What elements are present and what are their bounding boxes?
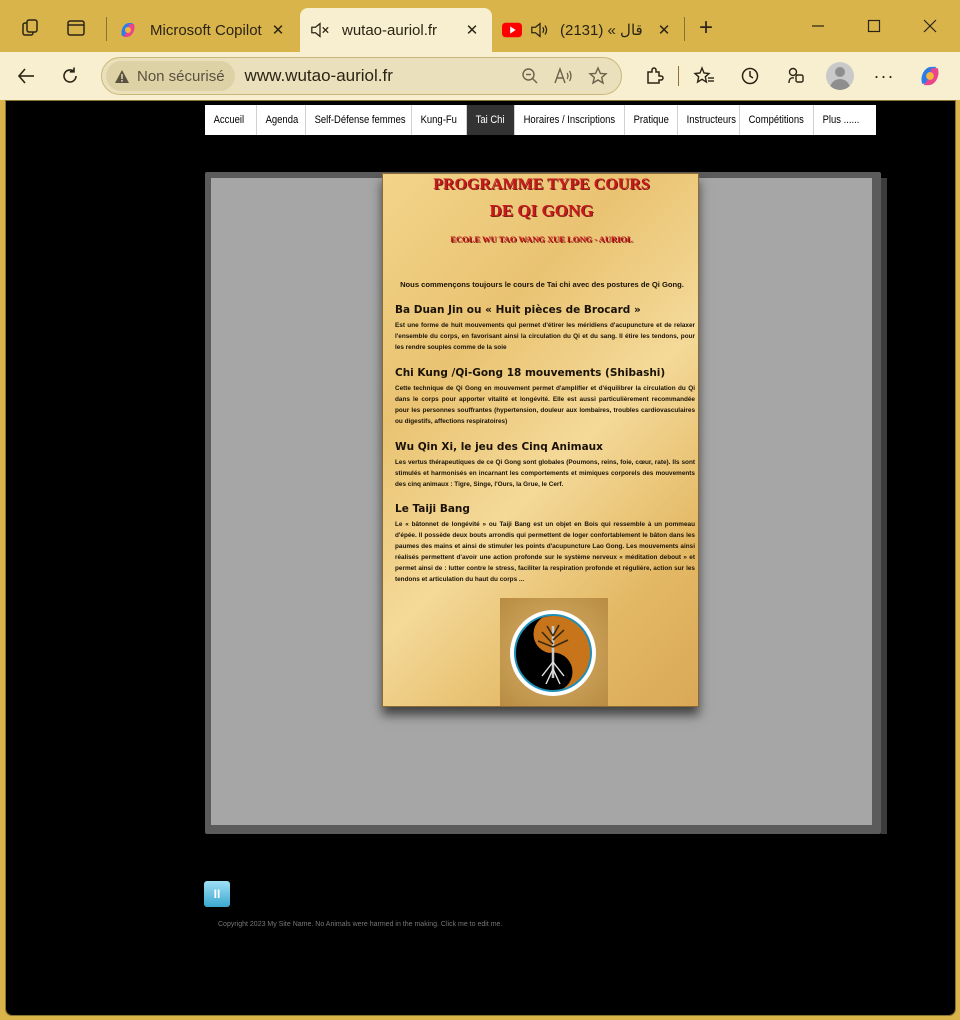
nav-instructeurs[interactable]: Instructeurs [678,105,740,135]
refresh-icon[interactable] [54,60,86,92]
tab-separator [684,17,685,41]
tab-actions-icon[interactable] [60,12,92,44]
favorites-icon[interactable] [688,60,720,92]
nav-label: Tai Chi [475,114,505,126]
nav-label: Horaires / Inscriptions [523,114,616,126]
poster-section: Wu Qin Xi, le jeu des Cinq Animaux Les v… [395,441,695,490]
copilot-sidebar-icon[interactable] [914,60,946,92]
copilot-icon [118,20,138,40]
nav-label: Pratique [633,114,669,126]
youtube-icon [502,20,522,40]
maximize-icon[interactable] [846,8,902,44]
footer-copyright[interactable]: Copyright 2023 My Site Name. No Animals … [218,921,502,928]
section-heading: Wu Qin Xi, le jeu des Cinq Animaux [395,441,603,453]
nav-label: Self-Défense femmes [314,114,406,126]
yin-yang-tree-icon [510,610,596,696]
extensions-icon[interactable] [638,60,670,92]
tab-strip: Microsoft Copilot ✕ wutao-auriol.fr ✕ (2… [0,0,960,52]
nav-kung-fu[interactable]: Kung-Fu [412,105,467,135]
nav-plus[interactable]: Plus ...... [814,105,876,135]
section-heading: Ba Duan Jin ou « Huit pièces de Brocard … [395,304,641,316]
tab-separator [106,17,107,41]
poster-section: Ba Duan Jin ou « Huit pièces de Brocard … [395,304,695,353]
nav-pratique[interactable]: Pratique [625,105,678,135]
nav-horaires[interactable]: Horaires / Inscriptions [515,105,625,135]
nav-label: Agenda [265,114,299,126]
tab-title: Microsoft Copilot [150,21,262,39]
close-icon[interactable]: ✕ [462,21,482,39]
minimize-icon[interactable] [790,8,846,44]
nav-agenda[interactable]: Agenda [257,105,306,135]
workspaces-icon[interactable] [14,12,46,44]
read-aloud-icon[interactable] [547,61,581,91]
poster-title-line1: PROGRAMME TYPE COURS [433,176,650,193]
nav-label: Accueil [213,114,245,126]
poster-school-name: ECOLE WU TAO WANG XUE LONG - AURIOL [450,234,633,244]
nav-accueil[interactable]: Accueil [205,105,257,135]
zoom-icon[interactable] [513,61,547,91]
tab-title: wutao-auriol.fr [342,21,438,39]
warning-icon [114,68,130,84]
nav-tai-chi[interactable]: Tai Chi [467,105,515,135]
section-body: Cette technique de Qi Gong en mouvement … [395,385,695,425]
section-body: Les vertus thérapeutiques de ce Qi Gong … [395,459,695,488]
url-text[interactable]: www.wutao-auriol.fr [245,66,513,86]
history-icon[interactable] [734,60,766,92]
nav-competitions[interactable]: Compétitions [740,105,814,135]
nav-label: Kung-Fu [420,114,457,126]
poster-title-line2: DE QI GONG [489,201,594,220]
poster-intro: Nous commençons toujours le cours de Tai… [400,280,684,289]
nav-label: Compétitions [748,114,804,126]
section-body: Le « bâtonnet de longévité » ou Taiji Ba… [395,521,695,583]
address-bar[interactable]: Non sécurisé www.wutao-auriol.fr [101,57,622,95]
security-label: Non sécurisé [137,67,225,85]
poster-section: Chi Kung /Qi-Gong 18 mouvements (Shibash… [395,367,695,427]
favorite-star-icon[interactable] [581,61,615,91]
more-options-icon[interactable]: ··· [868,60,900,92]
tab-title: (2131) « قال [560,22,643,39]
close-icon[interactable]: ✕ [654,21,674,39]
school-logo [500,598,608,706]
tab-youtube[interactable]: (2131) « قال ✕ [492,8,684,52]
tab-copilot[interactable]: Microsoft Copilot ✕ [108,8,298,52]
pause-icon: II [213,887,221,901]
section-body: Est une forme de huit mouvements qui per… [395,322,695,351]
pause-button[interactable]: II [204,881,230,907]
page-viewport: Accueil Agenda Self-Défense femmes Kung-… [6,101,955,1015]
nav-self-defense[interactable]: Self-Défense femmes [306,105,412,135]
site-navigation: Accueil Agenda Self-Défense femmes Kung-… [205,105,876,135]
nav-label: Plus ...... [822,114,860,126]
collections-icon[interactable] [780,60,812,92]
new-tab-icon[interactable]: + [690,12,722,44]
speaker-icon[interactable] [530,20,550,40]
slideshow-image-poster[interactable]: PROGRAMME TYPE COURS DE QI GONG ECOLE WU… [382,173,699,707]
section-heading: Chi Kung /Qi-Gong 18 mouvements (Shibash… [395,367,666,379]
muted-speaker-icon[interactable] [310,20,330,40]
close-icon[interactable]: ✕ [268,21,288,39]
back-icon[interactable] [10,60,42,92]
security-indicator[interactable]: Non sécurisé [106,61,235,91]
close-window-icon[interactable] [902,8,958,44]
tab-wutao[interactable]: wutao-auriol.fr ✕ [300,8,492,52]
profile-avatar[interactable] [826,62,854,90]
browser-toolbar: Non sécurisé www.wutao-auriol.fr ··· [0,52,960,100]
section-heading: Le Taiji Bang [395,503,470,515]
nav-label: Instructeurs [686,114,737,126]
toolbar-separator [678,66,679,86]
poster-section: Le Taiji Bang Le « bâtonnet de longévité… [395,503,695,585]
